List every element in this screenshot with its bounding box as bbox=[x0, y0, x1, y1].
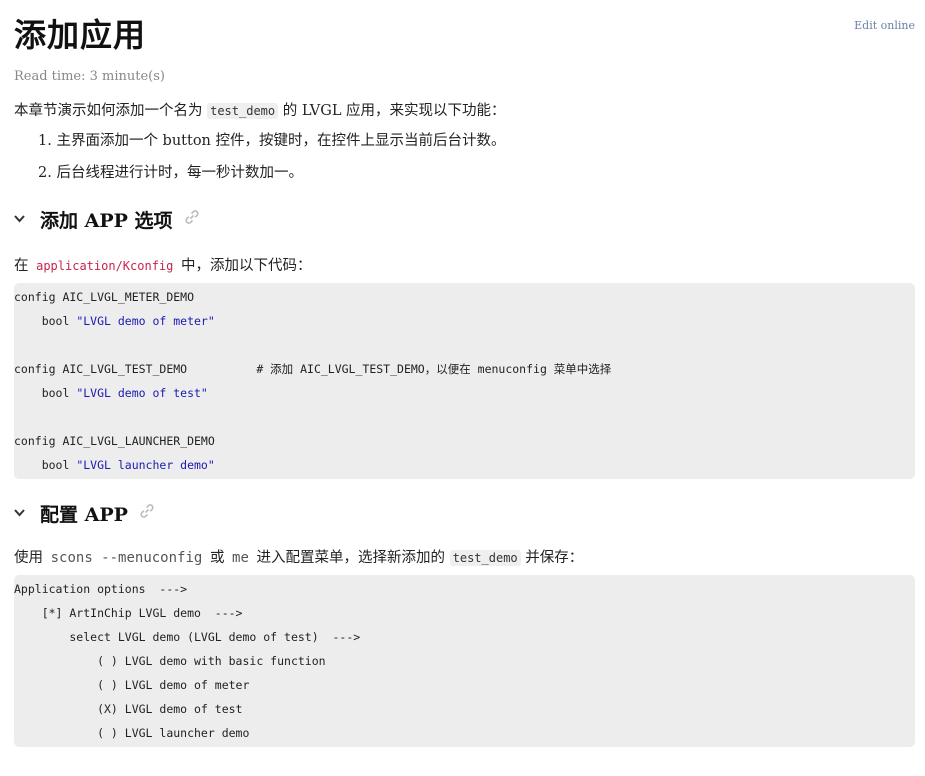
para-text: 在 bbox=[14, 258, 29, 274]
list-item: 1. 主界面添加一个 button 控件，按键时，在控件上显示当前后台计数。 bbox=[38, 133, 506, 149]
code-line: ( ) LVGL demo of meter bbox=[14, 678, 250, 692]
code-line: Application options ---> bbox=[14, 582, 188, 596]
scons-command-code: scons --menuconfig bbox=[50, 550, 203, 566]
section-heading-add-app: 添加 APP 选项 bbox=[14, 206, 201, 233]
code-line: bool "LVGL demo of meter" bbox=[14, 314, 215, 328]
test-demo-code: test_demo bbox=[449, 550, 521, 566]
me-command-code: me bbox=[232, 550, 249, 566]
page-title: 添加应用 bbox=[14, 16, 147, 54]
para-text: 或 bbox=[209, 550, 225, 566]
intro-inline-code: test_demo bbox=[207, 103, 279, 119]
edit-online-link[interactable]: Edit online bbox=[854, 19, 915, 32]
menuconfig-paragraph: 使用 scons --menuconfig 或 me 进入配置菜单，选择新添加的… bbox=[14, 546, 583, 567]
intro-text-after: 的 LVGL 应用，来实现以下功能： bbox=[282, 103, 506, 119]
code-line: config AIC_LVGL_LAUNCHER_DEMO bbox=[14, 434, 215, 448]
link-icon[interactable] bbox=[183, 208, 201, 231]
feature-list: 1. 主界面添加一个 button 控件，按键时，在控件上显示当前后台计数。 2… bbox=[38, 130, 506, 194]
chevron-down-icon[interactable] bbox=[14, 212, 34, 227]
menuconfig-code-block: Application options ---> [*] ArtInChip L… bbox=[14, 575, 915, 747]
code-line: config AIC_LVGL_METER_DEMO bbox=[14, 290, 195, 304]
code-line: ( ) LVGL demo with basic function bbox=[14, 654, 326, 668]
chevron-down-icon[interactable] bbox=[14, 506, 34, 521]
section-heading-config-app: 配置 APP bbox=[14, 500, 156, 527]
list-item: 2. 后台线程进行计时，每一秒计数加一。 bbox=[38, 165, 303, 181]
code-line: (X) LVGL demo of test bbox=[14, 702, 243, 716]
para-text: 使用 bbox=[14, 550, 43, 566]
para-text: 进入配置菜单，选择新添加的 bbox=[256, 550, 446, 566]
para-text: 中，添加以下代码： bbox=[181, 258, 312, 274]
code-line: ( ) LVGL launcher demo bbox=[14, 726, 250, 740]
intro-text-before: 本章节演示如何添加一个名为 bbox=[14, 103, 203, 119]
read-time: Read time: 3 minute(s) bbox=[14, 69, 165, 84]
kconfig-path-code: application/Kconfig bbox=[36, 259, 174, 273]
section-heading-text: 添加 APP 选项 bbox=[40, 210, 173, 232]
code-line: bool "LVGL demo of test" bbox=[14, 386, 208, 400]
link-icon[interactable] bbox=[138, 502, 156, 525]
code-line: bool "LVGL launcher demo" bbox=[14, 458, 215, 472]
section-heading-text: 配置 APP bbox=[40, 504, 128, 526]
code-line: [*] ArtInChip LVGL demo ---> bbox=[14, 606, 243, 620]
intro-paragraph: 本章节演示如何添加一个名为 test_demo 的 LVGL 应用，来实现以下功… bbox=[14, 99, 506, 120]
kconfig-paragraph: 在 application/Kconfig 中，添加以下代码： bbox=[14, 254, 312, 275]
para-text: 并保存： bbox=[525, 550, 584, 566]
kconfig-code-block: config AIC_LVGL_METER_DEMO bool "LVGL de… bbox=[14, 283, 915, 479]
code-line: config AIC_LVGL_TEST_DEMO # 添加 AIC_LVGL_… bbox=[14, 362, 612, 376]
code-line: select LVGL demo (LVGL demo of test) ---… bbox=[14, 630, 361, 644]
